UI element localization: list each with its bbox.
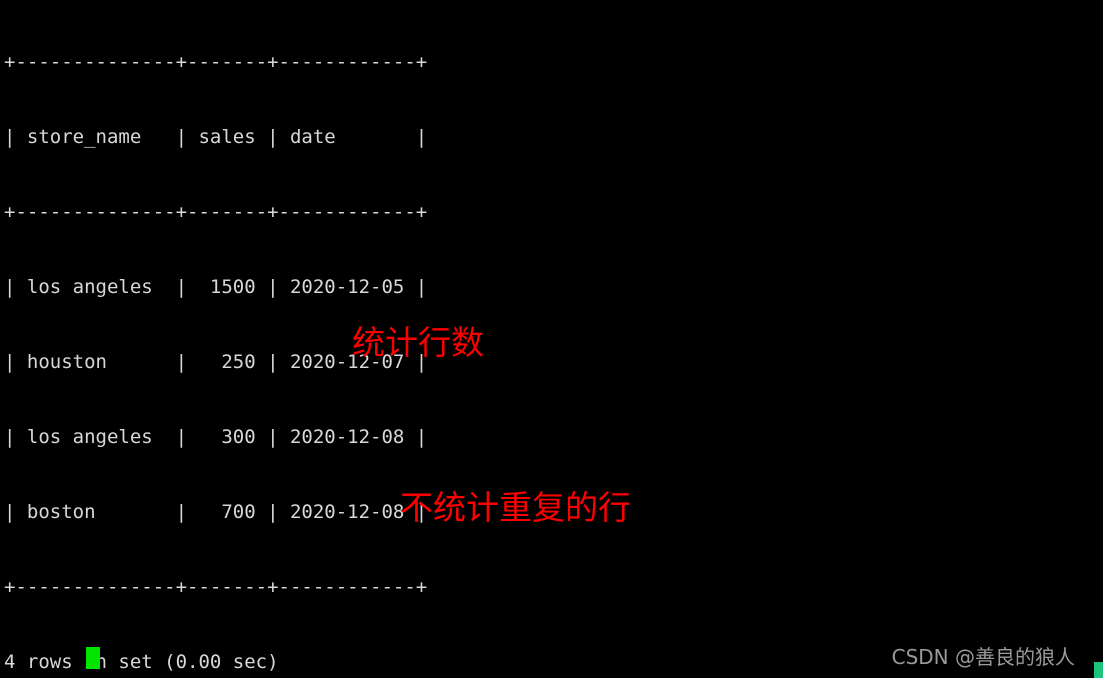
output-status-line: 4 rows in set (0.00 sec) <box>4 651 279 673</box>
annotation-no-duplicate-rows: 不统计重复的行 <box>400 488 631 527</box>
terminal-cursor <box>86 647 100 669</box>
corner-marker-icon <box>1094 662 1103 678</box>
csdn-watermark: CSDN @善良的狼人 <box>891 645 1075 669</box>
output-line: | los angeles | 1500 | 2020-12-05 | <box>4 276 428 298</box>
output-line: | los angeles | 300 | 2020-12-08 | <box>4 426 428 448</box>
output-line: +--------------+-------+------------+ <box>4 576 428 598</box>
annotation-count-rows: 统计行数 <box>352 323 484 362</box>
terminal-output: +--------------+-------+------------+ | … <box>4 0 656 678</box>
output-line: | houston | 250 | 2020-12-07 | <box>4 351 428 373</box>
output-line: +--------------+-------+------------+ <box>4 201 428 223</box>
terminal-window[interactable]: +--------------+-------+------------+ | … <box>0 0 1103 678</box>
output-line: | store_name | sales | date | <box>4 126 428 148</box>
output-line: +--------------+-------+------------+ <box>4 51 428 73</box>
